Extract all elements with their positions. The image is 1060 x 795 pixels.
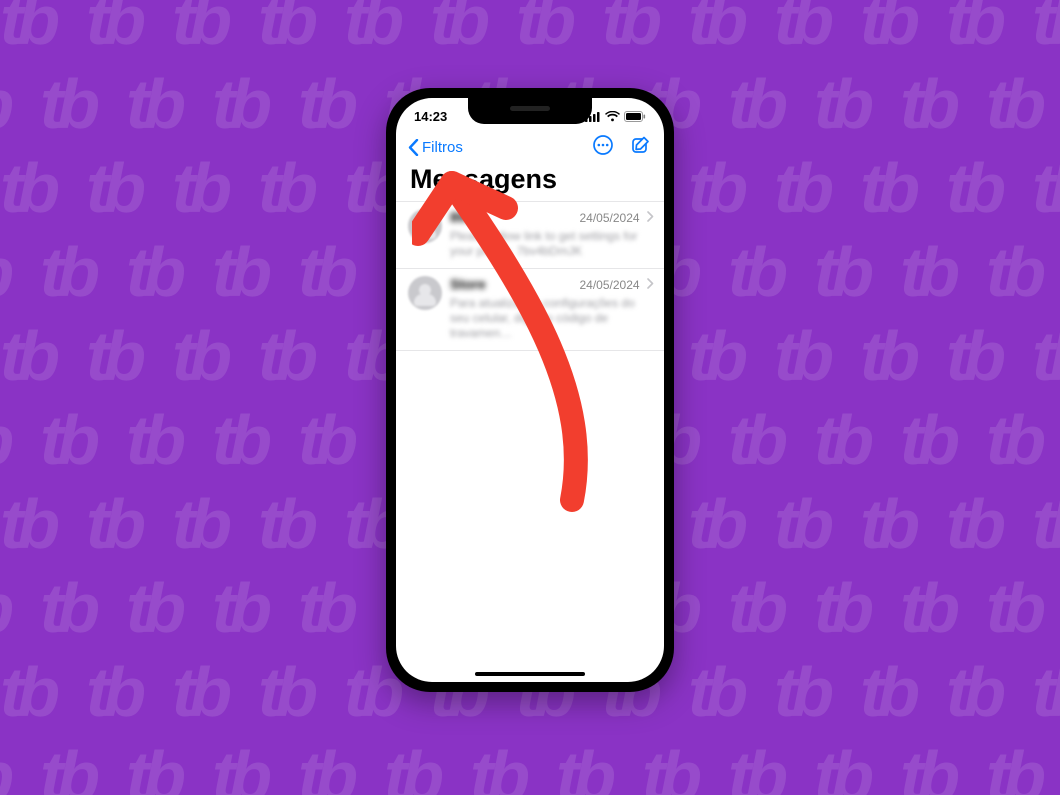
chevron-right-icon: [647, 276, 654, 293]
notch: [468, 98, 592, 124]
message-sender: 896…: [450, 209, 487, 225]
message-row[interactable]: Store 24/05/2024 Para atualizar as confi…: [396, 269, 664, 351]
compose-button[interactable]: [630, 134, 652, 161]
message-sender: Store: [450, 276, 486, 292]
nav-bar: Filtros: [396, 132, 664, 162]
chevron-left-icon: [408, 139, 419, 156]
message-row[interactable]: 896… 24/05/2024 Please follow link to ge…: [396, 202, 664, 269]
compose-icon: [630, 134, 652, 156]
page-title: Mensagens: [396, 162, 664, 201]
wifi-icon: [605, 111, 620, 122]
back-label: Filtros: [422, 139, 463, 156]
message-preview: Para atualizar as configurações do seu c…: [450, 296, 654, 341]
back-button[interactable]: Filtros: [408, 139, 463, 156]
status-time: 14:23: [414, 109, 447, 124]
battery-icon: [624, 111, 646, 122]
message-preview: Please follow link to get settings for y…: [450, 229, 654, 259]
status-right: [585, 111, 646, 122]
phone-frame: 14:23: [386, 88, 674, 692]
avatar: [408, 209, 442, 243]
avatar: [408, 276, 442, 310]
ellipsis-circle-icon: [592, 134, 614, 156]
message-list: 896… 24/05/2024 Please follow link to ge…: [396, 201, 664, 351]
phone-screen: 14:23: [396, 98, 664, 682]
chevron-right-icon: [647, 209, 654, 226]
message-date: 24/05/2024: [579, 211, 639, 225]
message-date: 24/05/2024: [579, 278, 639, 292]
home-indicator[interactable]: [475, 672, 585, 676]
more-button[interactable]: [592, 134, 614, 161]
